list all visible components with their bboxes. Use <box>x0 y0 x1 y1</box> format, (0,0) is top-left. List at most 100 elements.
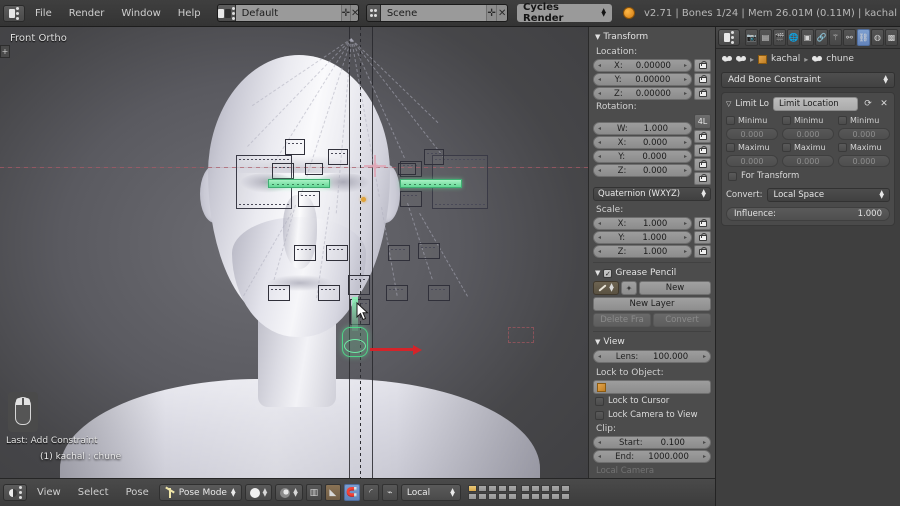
maximum-z-row[interactable]: Maximu <box>838 143 890 152</box>
layer-cell[interactable] <box>477 493 487 500</box>
selected-bone-eye-left[interactable] <box>268 179 330 188</box>
bone-widget[interactable] <box>398 163 416 175</box>
lock-location-x-button[interactable] <box>694 59 711 72</box>
editor-type-selector[interactable] <box>718 29 740 46</box>
menu-render[interactable]: Render <box>62 6 112 21</box>
menu-window[interactable]: Window <box>114 6 167 21</box>
bone-widget[interactable] <box>305 163 323 175</box>
grease-pencil-checkbox[interactable] <box>603 268 613 278</box>
constraint-delete-icon[interactable]: ✕ <box>878 98 890 110</box>
lock-rotation-y-button[interactable] <box>694 158 711 171</box>
clip-start-field[interactable]: ◂ Start: 0.100 ▸ <box>593 436 711 449</box>
bone-widget[interactable] <box>400 191 422 207</box>
lock-rotation-x-button[interactable] <box>694 144 711 157</box>
maximum-x-row[interactable]: Maximu <box>726 143 778 152</box>
bone-widget[interactable] <box>328 149 348 165</box>
layer-cell[interactable] <box>497 493 507 500</box>
proportional-edit-toggle[interactable]: ◜ <box>362 484 379 501</box>
minimum-y-value[interactable]: 0.000 <box>782 128 834 140</box>
lock-camera-to-view-row[interactable]: Lock Camera to View <box>593 408 711 422</box>
transform-orientation-dropdown[interactable]: Local ▲ ▼ <box>400 484 461 501</box>
snap-toggle[interactable]: 🧲 <box>343 484 360 501</box>
bone-widget[interactable] <box>418 243 440 259</box>
tab-texture[interactable]: ▩ <box>885 29 898 46</box>
editor-type-selector-viewport[interactable] <box>3 484 27 501</box>
constraint-name-field[interactable]: Limit Location <box>772 97 858 111</box>
grease-pencil-delete-frame-button[interactable]: Delete Fra <box>593 313 651 327</box>
tab-bone-constraints[interactable]: ⛓ <box>857 29 870 46</box>
lock-camera-to-view-checkbox[interactable] <box>595 410 604 420</box>
tab-bone[interactable]: ⚯ <box>843 29 856 46</box>
for-transform-row[interactable]: For Transform <box>726 169 890 183</box>
pivot-point-dropdown[interactable]: ▲ ▼ <box>275 484 303 501</box>
layer-cell[interactable] <box>540 493 550 500</box>
scale-x-field[interactable]: ◂ X: 1.000 ▸ <box>593 217 692 230</box>
interaction-mode-dropdown[interactable]: Pose Mode ▲ ▼ <box>158 484 242 501</box>
maximum-z-checkbox[interactable] <box>838 143 847 152</box>
maximum-x-value[interactable]: 0.000 <box>726 155 778 167</box>
tab-render[interactable]: 📷 <box>745 29 758 46</box>
layer-cell[interactable] <box>520 493 530 500</box>
tab-material[interactable]: ◍ <box>871 29 884 46</box>
layer-cell[interactable] <box>530 493 540 500</box>
bone-widget[interactable] <box>348 275 370 295</box>
render-engine-selector[interactable]: Cycles Render ▲ ▼ <box>517 2 612 24</box>
maximum-x-checkbox[interactable] <box>726 143 735 152</box>
add-screen-layout-button[interactable]: ✛ <box>340 5 350 21</box>
new-datablock-icon[interactable]: ✦ <box>621 281 637 295</box>
delete-screen-layout-button[interactable]: ✕ <box>349 5 358 21</box>
lock-location-y-button[interactable] <box>694 73 711 86</box>
lock-scale-y-button[interactable] <box>694 231 711 244</box>
delete-scene-button[interactable]: ✕ <box>496 5 507 21</box>
xray-toggle[interactable]: ▥ <box>305 484 322 501</box>
minimum-z-row[interactable]: Minimu <box>838 116 890 125</box>
scene-selector[interactable]: Scene ✛ ✕ <box>365 4 508 22</box>
minimum-x-row[interactable]: Minimu <box>726 116 778 125</box>
tab-object[interactable]: ▣ <box>801 29 814 46</box>
minimum-z-checkbox[interactable] <box>838 116 847 125</box>
minimum-y-row[interactable]: Minimu <box>782 116 834 125</box>
location-y-field[interactable]: ◂ Y: 0.00000 ▸ <box>593 73 692 86</box>
viewport-properties-panel[interactable]: ▼ Transform Location: ◂ X: 0.00000 ▸ ◂ Y… <box>588 27 715 478</box>
layer-cell[interactable] <box>477 485 487 492</box>
lock-location-z-button[interactable] <box>694 87 711 100</box>
viewport-shading-dropdown[interactable]: ▲ ▼ <box>244 484 273 501</box>
grease-pencil-new-layer-button[interactable]: New Layer <box>593 297 711 311</box>
lock-rotation-4l-button[interactable]: 4L <box>694 114 711 129</box>
convert-space-dropdown[interactable]: Local Space ▲ ▼ <box>767 188 890 202</box>
bone-widget[interactable] <box>268 285 290 301</box>
footer-menu-pose[interactable]: Pose <box>119 485 156 500</box>
for-transform-checkbox[interactable] <box>728 171 737 181</box>
texture-solid-toggle[interactable]: ◣ <box>324 484 341 501</box>
layer-cell[interactable] <box>560 493 570 500</box>
bone-widget[interactable] <box>424 149 444 165</box>
tab-object-constraints[interactable]: 🔗 <box>815 29 828 46</box>
layer-cell[interactable] <box>487 485 497 492</box>
minimum-x-value[interactable]: 0.000 <box>726 128 778 140</box>
root-bone-widget[interactable] <box>364 155 386 177</box>
lock-to-object-field[interactable] <box>593 380 711 394</box>
layer-cell[interactable] <box>507 485 517 492</box>
grease-pencil-new-button[interactable]: New <box>639 281 711 295</box>
layer-cell[interactable] <box>520 485 530 492</box>
lock-rotation-w-button[interactable] <box>694 130 711 143</box>
layer-cell[interactable] <box>550 485 560 492</box>
bone-widget[interactable] <box>272 163 294 179</box>
pencil-icon[interactable]: ▲ ▼ <box>593 281 619 295</box>
maximum-y-checkbox[interactable] <box>782 143 791 152</box>
minimum-z-value[interactable]: 0.000 <box>838 128 890 140</box>
location-z-field[interactable]: ◂ Z: 0.00000 ▸ <box>593 87 692 100</box>
footer-menu-view[interactable]: View <box>30 485 68 500</box>
rotation-y-field[interactable]: ◂ Y: 0.000 ▸ <box>593 150 692 163</box>
layer-cell[interactable] <box>540 485 550 492</box>
bone-widget[interactable] <box>318 285 340 301</box>
menu-file[interactable]: File <box>28 6 59 21</box>
constraint-mute-icon[interactable]: ⟳ <box>862 98 874 110</box>
pose-options-toggle[interactable]: ⌁ <box>381 484 398 501</box>
lens-field[interactable]: ◂ Lens: 100.000 ▸ <box>593 350 711 363</box>
3d-viewport[interactable]: Front Ortho + Last: Add Constraint (1) k… <box>0 27 588 478</box>
rotation-z-field[interactable]: ◂ Z: 0.000 ▸ <box>593 164 692 177</box>
rotation-w-field[interactable]: ◂ W: 1.000 ▸ <box>593 122 692 135</box>
scale-z-field[interactable]: ◂ Z: 1.000 ▸ <box>593 245 692 258</box>
lock-to-cursor-checkbox[interactable] <box>595 396 604 406</box>
